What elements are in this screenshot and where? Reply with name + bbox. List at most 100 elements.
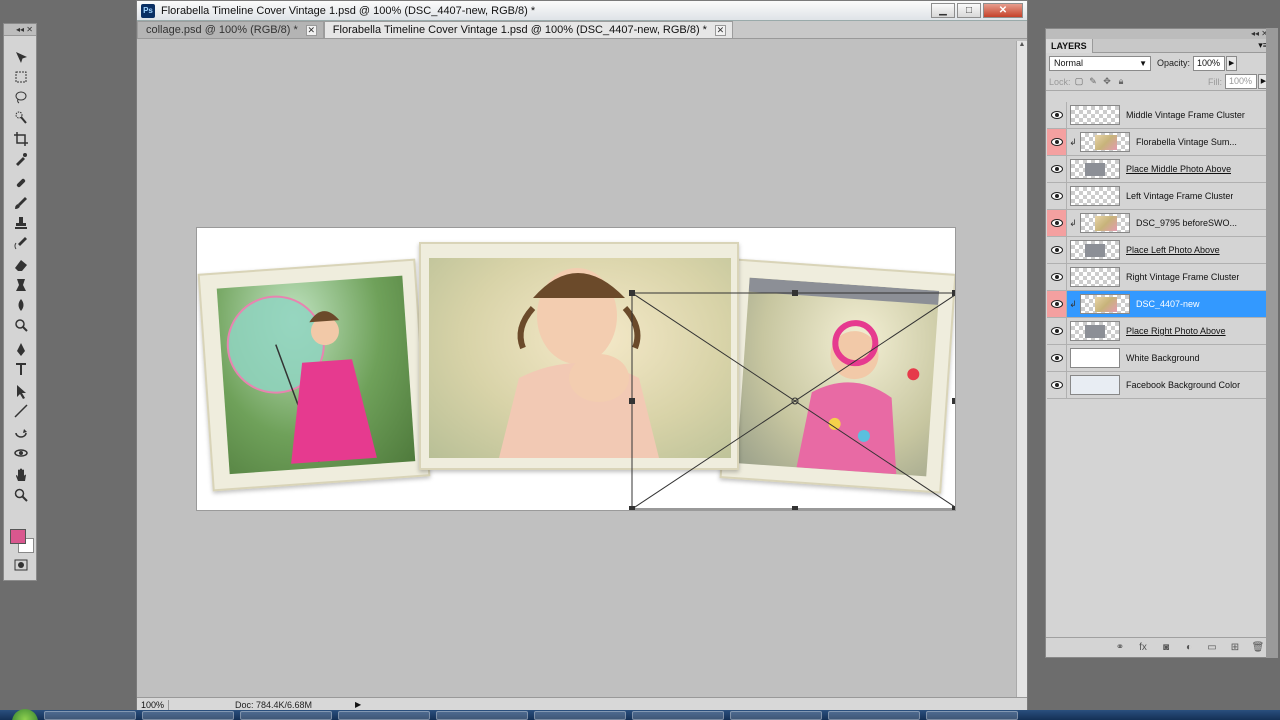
- eye-icon[interactable]: [1047, 318, 1067, 344]
- gradient-tool-icon[interactable]: [11, 276, 31, 294]
- eye-icon[interactable]: [1047, 345, 1067, 371]
- close-button[interactable]: ✕: [983, 3, 1023, 18]
- layer-row[interactable]: Left Vintage Frame Cluster: [1047, 183, 1271, 210]
- hand-tool-icon[interactable]: [11, 466, 31, 484]
- lock-transparent-icon[interactable]: ▢: [1074, 76, 1085, 87]
- layer-thumbnail[interactable]: [1070, 348, 1120, 368]
- link-layers-icon[interactable]: ⚭: [1112, 641, 1128, 655]
- layer-style-icon[interactable]: fx: [1135, 641, 1151, 655]
- taskbar-item[interactable]: [338, 710, 430, 720]
- layer-name[interactable]: Florabella Vintage Sum...: [1136, 137, 1237, 147]
- layer-name[interactable]: Place Right Photo Above: [1126, 326, 1226, 336]
- clone-stamp-icon[interactable]: [11, 214, 31, 232]
- opacity-slider-arrow-icon[interactable]: ▶: [1226, 55, 1238, 71]
- eye-icon[interactable]: [1047, 129, 1067, 155]
- quick-select-tool-icon[interactable]: [11, 108, 31, 126]
- layer-row[interactable]: Facebook Background Color: [1047, 372, 1271, 399]
- status-menu-arrow-icon[interactable]: ▶: [355, 700, 361, 709]
- layer-name[interactable]: Left Vintage Frame Cluster: [1126, 191, 1233, 201]
- fill-input[interactable]: 100%: [1225, 74, 1257, 89]
- tab-close-icon[interactable]: ✕: [714, 24, 726, 36]
- start-button-icon[interactable]: [12, 709, 38, 720]
- zoom-tool-icon[interactable]: [11, 486, 31, 504]
- layer-name[interactable]: DSC_9795 beforeSWO...: [1136, 218, 1237, 228]
- tab-collage[interactable]: collage.psd @ 100% (RGB/8) * ✕: [137, 21, 324, 38]
- taskbar-item[interactable]: [240, 710, 332, 720]
- lock-position-icon[interactable]: ✥: [1102, 76, 1113, 87]
- layer-row[interactable]: ↲ Florabella Vintage Sum...: [1047, 129, 1271, 156]
- healing-brush-icon[interactable]: [11, 174, 31, 192]
- eye-icon[interactable]: [1047, 156, 1067, 182]
- dodge-tool-icon[interactable]: [11, 316, 31, 334]
- layer-row[interactable]: White Background: [1047, 345, 1271, 372]
- layer-row[interactable]: Right Vintage Frame Cluster: [1047, 264, 1271, 291]
- 3d-rotate-icon[interactable]: [11, 424, 31, 442]
- taskbar-item[interactable]: [828, 710, 920, 720]
- layer-thumbnail[interactable]: [1070, 375, 1120, 395]
- eye-icon[interactable]: [1047, 372, 1067, 398]
- layer-name[interactable]: White Background: [1126, 353, 1200, 363]
- tab-close-icon[interactable]: ✕: [305, 24, 317, 36]
- zoom-level[interactable]: 100%: [137, 699, 169, 710]
- layer-name[interactable]: Right Vintage Frame Cluster: [1126, 272, 1239, 282]
- layer-name[interactable]: DSC_4407-new: [1136, 299, 1200, 309]
- taskbar-item[interactable]: [926, 710, 1018, 720]
- layers-panel-grip[interactable]: ◂◂ ✕: [1046, 29, 1272, 39]
- layer-thumbnail[interactable]: [1070, 267, 1120, 287]
- eraser-tool-icon[interactable]: [11, 256, 31, 274]
- tab-florabella[interactable]: Florabella Timeline Cover Vintage 1.psd …: [323, 21, 733, 38]
- taskbar-item[interactable]: [436, 710, 528, 720]
- crop-tool-icon[interactable]: [11, 130, 31, 148]
- layer-row[interactable]: Middle Vintage Frame Cluster: [1047, 102, 1271, 129]
- free-transform-box[interactable]: [197, 228, 955, 510]
- move-tool-icon[interactable]: [11, 48, 31, 66]
- layer-thumbnail[interactable]: [1070, 321, 1120, 341]
- trash-icon[interactable]: 🗑︎: [1250, 641, 1266, 655]
- layers-tab[interactable]: LAYERS: [1046, 38, 1093, 53]
- layer-thumbnail[interactable]: [1080, 294, 1130, 314]
- lock-all-icon[interactable]: 🔒︎: [1116, 76, 1127, 87]
- vertical-scrollbar[interactable]: ▲: [1016, 41, 1027, 699]
- marquee-tool-icon[interactable]: [11, 68, 31, 86]
- scroll-up-icon[interactable]: ▲: [1017, 41, 1027, 52]
- opacity-input[interactable]: 100%: [1193, 55, 1226, 71]
- brush-tool-icon[interactable]: [11, 194, 31, 212]
- eye-icon[interactable]: [1047, 183, 1067, 209]
- type-tool-icon[interactable]: [11, 360, 31, 378]
- layer-name[interactable]: Middle Vintage Frame Cluster: [1126, 110, 1245, 120]
- document-canvas[interactable]: [197, 228, 955, 510]
- layer-thumbnail[interactable]: [1080, 213, 1130, 233]
- eye-icon[interactable]: [1047, 264, 1067, 290]
- path-select-icon[interactable]: [11, 382, 31, 400]
- eye-icon[interactable]: [1047, 237, 1067, 263]
- layer-thumbnail[interactable]: [1070, 105, 1120, 125]
- taskbar-item[interactable]: [632, 710, 724, 720]
- pen-tool-icon[interactable]: [11, 340, 31, 358]
- layer-row[interactable]: ↲ DSC_4407-new: [1047, 291, 1271, 318]
- lasso-tool-icon[interactable]: [11, 88, 31, 106]
- doc-size-info[interactable]: Doc: 784.4K/6.68M: [235, 700, 353, 710]
- new-layer-icon[interactable]: ⊞: [1227, 641, 1243, 655]
- minimize-button[interactable]: ▁: [931, 3, 955, 18]
- blur-tool-icon[interactable]: [11, 296, 31, 314]
- layer-row[interactable]: Place Middle Photo Above: [1047, 156, 1271, 183]
- history-brush-icon[interactable]: [11, 234, 31, 252]
- add-mask-icon[interactable]: ◙: [1158, 641, 1174, 655]
- lock-image-icon[interactable]: ✎: [1088, 76, 1099, 87]
- adjustment-layer-icon[interactable]: ◐: [1181, 641, 1197, 655]
- layer-row[interactable]: ↲ DSC_9795 beforeSWO...: [1047, 210, 1271, 237]
- layer-name[interactable]: Place Left Photo Above: [1126, 245, 1220, 255]
- layer-row[interactable]: Place Left Photo Above: [1047, 237, 1271, 264]
- taskbar-item[interactable]: [142, 710, 234, 720]
- blend-mode-select[interactable]: Normal ▼: [1049, 55, 1151, 71]
- document-title-bar[interactable]: Ps Florabella Timeline Cover Vintage 1.p…: [137, 1, 1027, 21]
- layer-thumbnail[interactable]: [1070, 159, 1120, 179]
- taskbar-item[interactable]: [730, 710, 822, 720]
- layer-name[interactable]: Place Middle Photo Above: [1126, 164, 1231, 174]
- taskbar-item[interactable]: [534, 710, 626, 720]
- eye-icon[interactable]: [1047, 291, 1067, 317]
- eye-icon[interactable]: [1047, 210, 1067, 236]
- new-group-icon[interactable]: ▭: [1204, 641, 1220, 655]
- eye-icon[interactable]: [1047, 102, 1067, 128]
- quick-mask-icon[interactable]: [11, 556, 31, 574]
